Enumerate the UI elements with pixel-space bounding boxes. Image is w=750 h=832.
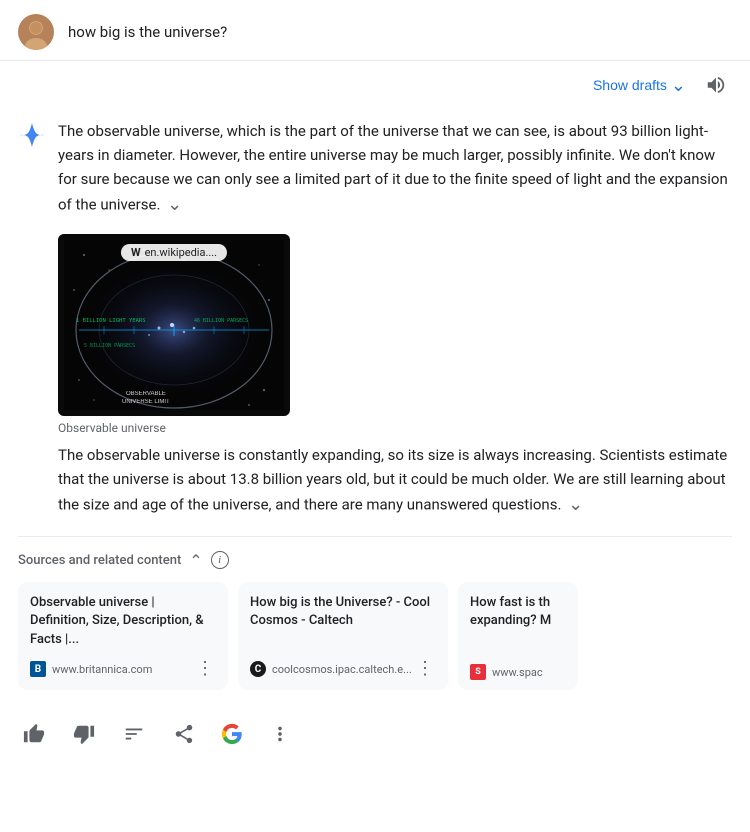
info-icon[interactable]: i: [211, 551, 229, 569]
wiki-icon: W: [131, 246, 141, 259]
show-drafts-label: Show drafts: [593, 77, 667, 93]
source-title-2: How big is the Universe? - Cool Cosmos -…: [250, 594, 436, 632]
caltech-favicon: C: [250, 661, 266, 677]
expand-icon-2[interactable]: ⌄: [568, 491, 583, 520]
source-title-1: Observable universe | Definition, Size, …: [30, 594, 216, 651]
more-options-button[interactable]: [264, 718, 296, 750]
universe-image[interactable]: W en.wikipedia....: [58, 234, 290, 416]
chevron-down-icon: ⌄: [671, 75, 686, 96]
speaker-button[interactable]: [700, 69, 732, 101]
share-button[interactable]: [168, 718, 200, 750]
toolbar-row: Show drafts ⌄: [0, 61, 750, 109]
thumbs-down-button[interactable]: [68, 718, 100, 750]
image-section: W en.wikipedia....: [58, 234, 732, 435]
source-url-2: coolcosmos.ipac.caltech.e...: [272, 663, 412, 676]
main-content: The observable universe, which is the pa…: [0, 109, 750, 690]
google-button[interactable]: [218, 720, 246, 748]
source-url-3: www.spac: [492, 666, 543, 679]
source-cards: Observable universe | Definition, Size, …: [18, 582, 732, 691]
source-menu-1[interactable]: ⋮: [194, 658, 216, 680]
bottom-toolbar: [0, 700, 750, 770]
answer-block-1: The observable universe, which is the pa…: [18, 109, 732, 220]
thumbs-up-button[interactable]: [18, 718, 50, 750]
source-url-1: www.britannica.com: [52, 663, 152, 676]
show-drafts-button[interactable]: Show drafts ⌄: [587, 71, 692, 100]
source-card-space[interactable]: How fast is th expanding? M S www.spac: [458, 582, 578, 691]
expand-icon-1[interactable]: ⌄: [167, 191, 182, 220]
gemini-star-icon: [18, 121, 46, 149]
space-favicon: S: [470, 664, 486, 680]
source-footer-2: C coolcosmos.ipac.caltech.e... ⋮: [250, 658, 436, 680]
source-card-caltech[interactable]: How big is the Universe? - Cool Cosmos -…: [238, 582, 448, 691]
customize-button[interactable]: [118, 718, 150, 750]
svg-text:5 BILLION PARSECS: 5 BILLION PARSECS: [84, 343, 135, 349]
image-caption: Observable universe: [58, 421, 732, 435]
source-footer-3: S www.spac: [470, 664, 566, 680]
wiki-badge: W en.wikipedia....: [121, 244, 227, 261]
source-footer-1: B www.britannica.com ⋮: [30, 658, 216, 680]
paragraph1-text: The observable universe, which is the pa…: [58, 122, 728, 213]
svg-text:OBSERVABLE: OBSERVABLE: [126, 391, 166, 397]
svg-text:1 BILLION LIGHT YEARS: 1 BILLION LIGHT YEARS: [76, 318, 146, 324]
wiki-url: en.wikipedia....: [145, 246, 217, 259]
svg-text:46 BILLION PARSECS: 46 BILLION PARSECS: [194, 318, 248, 324]
sources-section: Sources and related content ⌃ i Observab…: [18, 536, 732, 691]
source-card-britannica[interactable]: Observable universe | Definition, Size, …: [18, 582, 228, 691]
sources-label: Sources and related content: [18, 553, 181, 568]
answer-block-2: The observable universe is constantly ex…: [58, 443, 732, 520]
header: how big is the universe?: [0, 0, 750, 61]
source-domain-row-2: C coolcosmos.ipac.caltech.e...: [250, 661, 412, 677]
answer-text-1: The observable universe, which is the pa…: [58, 119, 732, 220]
britannica-favicon: B: [30, 661, 46, 677]
source-domain-row-3: S www.spac: [470, 664, 543, 680]
sources-chevron-icon[interactable]: ⌃: [189, 551, 202, 570]
sources-header: Sources and related content ⌃ i: [18, 551, 732, 570]
svg-text:UNIVERSE LIMIT: UNIVERSE LIMIT: [122, 399, 170, 405]
avatar: [18, 14, 54, 50]
source-menu-2[interactable]: ⋮: [414, 658, 436, 680]
paragraph2-text: The observable universe is constantly ex…: [58, 446, 727, 513]
query-text: how big is the universe?: [68, 23, 227, 41]
source-domain-row-1: B www.britannica.com: [30, 661, 152, 677]
source-title-3: How fast is th expanding? M: [470, 594, 566, 632]
